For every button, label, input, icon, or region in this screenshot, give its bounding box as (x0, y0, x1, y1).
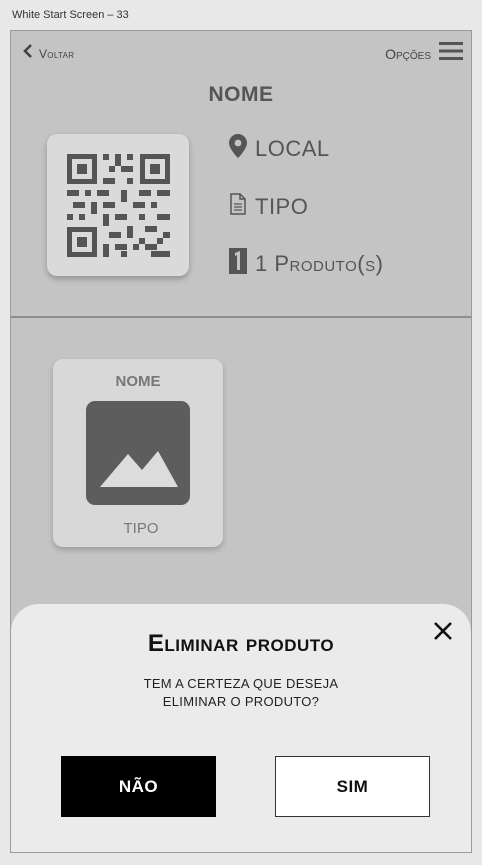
document-icon (229, 193, 247, 221)
qr-code-icon (67, 154, 170, 257)
store-type: TIPO (229, 193, 308, 221)
yes-button[interactable]: SIM (275, 756, 430, 817)
store-type-text: TIPO (255, 194, 309, 219)
delete-product-dialog: Eliminar produto TEM A CERTEZA QUE DESEJ… (11, 604, 471, 852)
chevron-left-icon (23, 44, 33, 63)
store-location: LOCAL (229, 134, 330, 164)
section-divider (11, 316, 471, 318)
number-one-icon (229, 248, 247, 280)
product-card[interactable]: NOME TIPO (53, 359, 223, 547)
dialog-title: Eliminar produto (147, 630, 335, 657)
window-title: White Start Screen – 33 (12, 9, 129, 21)
hamburger-menu-icon (439, 42, 463, 65)
store-product-count-text: 1 Produto(s) (255, 251, 384, 276)
options-button[interactable]: Opções (385, 42, 463, 65)
image-placeholder-icon (86, 401, 190, 505)
store-product-count: 1 Produto(s) (229, 248, 383, 280)
no-button[interactable]: NÃO (61, 756, 216, 817)
back-button[interactable]: Voltar (23, 44, 74, 63)
dialog-message-line1: TEM A CERTEZA QUE DESEJA (143, 676, 339, 691)
store-location-text: LOCAL (255, 136, 330, 161)
back-label: Voltar (39, 46, 75, 61)
product-name: NOME (115, 373, 161, 390)
store-name: NOME (208, 83, 274, 106)
qr-code-card[interactable] (47, 134, 189, 276)
app-screen: Voltar Opções NOME LOCAL TIPO 1 Produto(… (10, 30, 472, 853)
dialog-message: TEM A CERTEZA QUE DESEJA ELIMINAR O PROD… (111, 675, 371, 711)
options-label: Opções (385, 45, 431, 62)
product-type: TIPO (123, 520, 159, 537)
map-pin-icon (229, 134, 247, 164)
dialog-message-line2: ELIMINAR O PRODUTO? (162, 694, 320, 709)
